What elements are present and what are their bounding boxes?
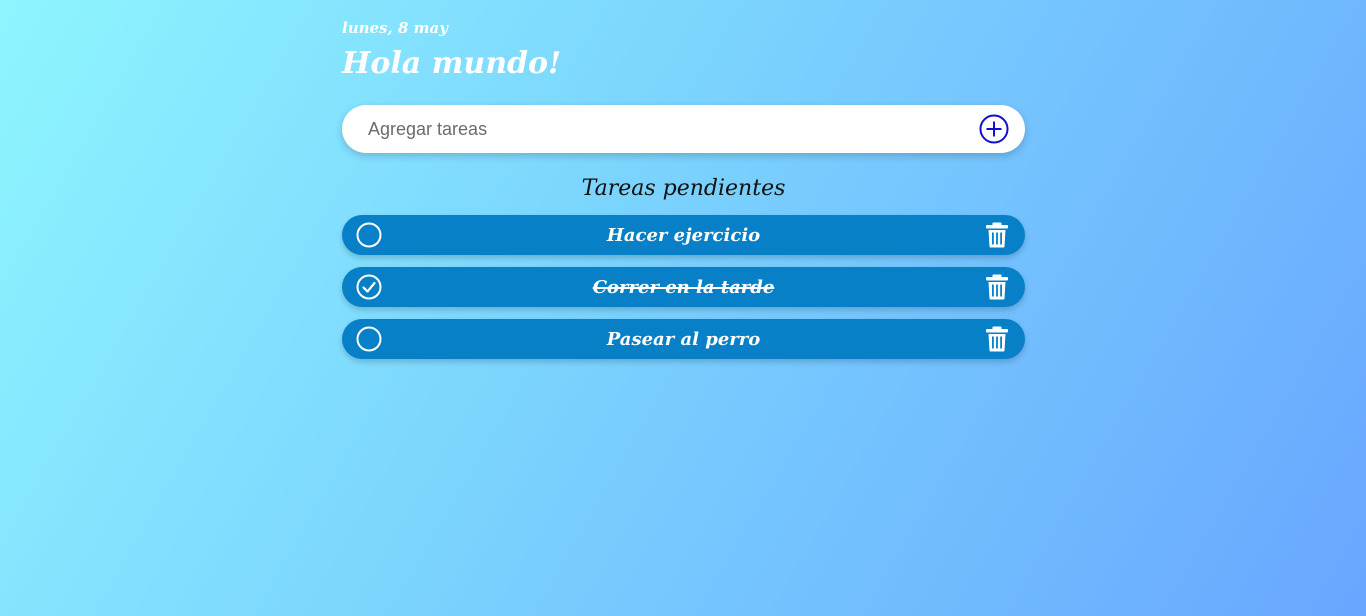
task-label: Hacer ejercicio [606,225,761,246]
circle-icon[interactable] [356,222,382,248]
trash-icon[interactable] [985,222,1009,248]
add-task-input[interactable] [368,105,968,153]
trash-icon[interactable] [985,326,1009,352]
task-list: Hacer ejercicio Correr en la tarde Pasea… [342,215,1025,371]
page-title: Hola mundo! [342,46,562,81]
task-label: Correr en la tarde [592,277,775,298]
task-item: Hacer ejercicio [342,215,1025,255]
check-circle-icon[interactable] [356,274,382,300]
trash-icon[interactable] [985,274,1009,300]
task-item: Correr en la tarde [342,267,1025,307]
circle-icon[interactable] [356,326,382,352]
task-item: Pasear al perro [342,319,1025,359]
current-date: lunes, 8 may [342,19,448,37]
add-task-bar [342,105,1025,153]
task-label: Pasear al perro [606,329,761,350]
plus-circle-icon[interactable] [979,114,1009,144]
tasks-section-title: Tareas pendientes [581,176,786,201]
